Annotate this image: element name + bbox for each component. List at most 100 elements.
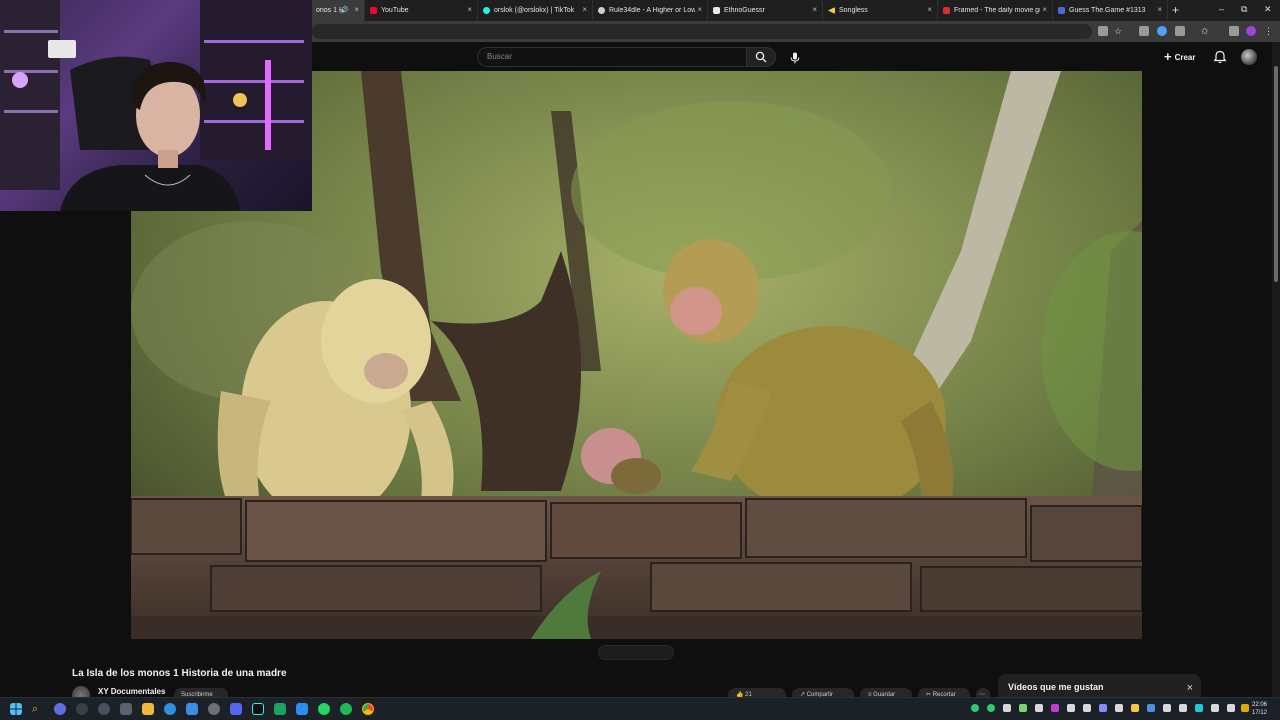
tab-rule34dle[interactable]: Rule34dle - A Higher or Lower × (594, 0, 708, 21)
notifications-bell-icon[interactable] (1213, 50, 1227, 64)
create-button[interactable]: + Crear (1164, 49, 1196, 65)
whatsapp-icon[interactable] (318, 703, 330, 715)
obs-icon[interactable] (208, 703, 220, 715)
volume-icon[interactable] (1227, 704, 1235, 712)
tray-app-icon[interactable] (1131, 704, 1139, 712)
clock-date: 17/12 (1252, 710, 1268, 716)
search-input[interactable]: Buscar (477, 47, 747, 67)
close-icon[interactable]: × (467, 6, 472, 14)
liked-videos-panel: Vídeos que me gustan × (998, 674, 1201, 698)
extension-glasses-icon[interactable] (1139, 26, 1149, 36)
create-label: Crear (1174, 52, 1196, 62)
edge-icon[interactable] (164, 703, 176, 715)
address-bar[interactable] (312, 24, 1092, 39)
arrow-app-icon[interactable] (98, 703, 110, 715)
settings-app-icon[interactable] (120, 703, 132, 715)
player-controls-pill[interactable] (598, 645, 674, 660)
tab-label: Rule34dle - A Higher or Lower (609, 7, 695, 14)
account-avatar[interactable] (1241, 49, 1257, 65)
windows-taskbar: ⌕ 22:06 17/12 (0, 697, 1280, 720)
menu-dots-icon[interactable]: ⋮ (1264, 26, 1274, 36)
page-scrollbar[interactable] (1272, 42, 1280, 697)
tab-current-video[interactable]: onos 1 Hi 🔊 × (312, 0, 365, 21)
tiktok-icon[interactable] (252, 703, 264, 715)
tray-app-icon[interactable] (1195, 704, 1203, 712)
tiktok-favicon-icon (483, 7, 490, 14)
close-icon[interactable]: × (697, 6, 702, 14)
tray-app-icon[interactable] (1163, 704, 1171, 712)
tab-label: EthnoGuessr (724, 7, 765, 14)
steam-icon[interactable] (186, 703, 198, 715)
guess-the-game-favicon-icon (1058, 7, 1065, 14)
tab-mute-icon[interactable]: 🔊 (340, 6, 349, 14)
globe-favicon-icon (598, 7, 605, 14)
close-window-button[interactable]: ✕ (1264, 4, 1272, 14)
sheets-icon[interactable] (274, 703, 286, 715)
tab-guess-the-game[interactable]: Guess The.Game #1313 × (1054, 0, 1168, 21)
tab-songless[interactable]: Songless × (824, 0, 938, 21)
favorites-icon[interactable]: ✩ (1201, 26, 1211, 36)
tray-app-icon[interactable] (1083, 704, 1091, 712)
minimize-button[interactable]: – (1219, 4, 1224, 14)
channel-name[interactable]: XY Documentales (98, 687, 165, 696)
spotify-icon[interactable] (340, 703, 352, 715)
video-title: La Isla de los monos 1 Historia de una m… (72, 668, 287, 679)
tray-app-icon[interactable] (1051, 704, 1059, 712)
tray-app-icon[interactable] (1179, 704, 1187, 712)
voice-search-button[interactable] (787, 50, 803, 66)
youtube-favicon-icon (370, 7, 377, 14)
cast-icon[interactable] (1098, 26, 1108, 36)
tab-youtube[interactable]: YouTube × (366, 0, 478, 21)
new-tab-button[interactable]: + (1172, 3, 1179, 17)
notification-icon[interactable] (1241, 704, 1249, 712)
tab-label: Framed - The daily movie guess (954, 7, 1040, 14)
tab-ethnoguessr[interactable]: EthnoGuessr × (709, 0, 823, 21)
close-icon[interactable]: × (927, 6, 932, 14)
tray-app-icon[interactable] (1147, 704, 1155, 712)
tray-app-icon[interactable] (1099, 704, 1107, 712)
close-icon[interactable]: × (1187, 683, 1193, 694)
mail-icon[interactable] (296, 703, 308, 715)
framed-favicon-icon (943, 7, 950, 14)
close-icon[interactable]: × (1157, 6, 1162, 14)
close-icon[interactable]: × (812, 6, 817, 14)
maximize-button[interactable]: ⧉ (1241, 4, 1247, 14)
extensions-puzzle-icon[interactable] (1175, 26, 1185, 36)
wifi-icon[interactable] (1211, 704, 1219, 712)
extension-shield-icon[interactable] (1157, 26, 1167, 36)
tab-label: Songless (839, 7, 868, 14)
tray-green-icon[interactable] (987, 704, 995, 712)
tray-green-icon[interactable] (971, 704, 979, 712)
songless-favicon-icon (828, 7, 835, 14)
discord-icon[interactable] (230, 703, 242, 715)
close-icon[interactable]: × (354, 6, 359, 14)
tray-app-icon[interactable] (1003, 704, 1011, 712)
tab-framed[interactable]: Framed - The daily movie guess × (939, 0, 1053, 21)
panel-title: Vídeos que me gustan (1008, 682, 1104, 692)
close-icon[interactable]: × (582, 6, 587, 14)
app-circle-icon[interactable] (76, 703, 88, 715)
tray-app-icon[interactable] (1035, 704, 1043, 712)
scrollbar-thumb[interactable] (1274, 66, 1278, 282)
tab-tiktok[interactable]: orslok (@orslokx) | TikTok × (479, 0, 593, 21)
bookmark-star-icon[interactable]: ☆ (1114, 26, 1124, 36)
clock-time: 22:06 (1252, 702, 1268, 708)
profile-icon[interactable] (1246, 26, 1256, 36)
sidebar-icon[interactable] (1229, 26, 1239, 36)
app-v-icon[interactable] (54, 703, 66, 715)
plus-icon: + (1164, 49, 1172, 64)
tray-app-icon[interactable] (1115, 704, 1123, 712)
webcam-overlay (0, 0, 312, 211)
chrome-icon[interactable] (362, 703, 374, 715)
tray-app-icon[interactable] (1067, 704, 1075, 712)
tray-app-icon[interactable] (1019, 704, 1027, 712)
search-button[interactable] (746, 47, 776, 67)
file-app-icon[interactable] (142, 703, 154, 715)
close-icon[interactable]: × (1042, 6, 1047, 14)
search-icon[interactable]: ⌕ (32, 703, 44, 715)
search-icon (755, 51, 767, 63)
system-clock[interactable]: 22:06 17/12 (1252, 701, 1267, 717)
tab-label: Guess The.Game #1313 (1069, 7, 1146, 14)
ethnoguessr-favicon-icon (713, 7, 720, 14)
windows-start-icon[interactable] (10, 703, 22, 715)
